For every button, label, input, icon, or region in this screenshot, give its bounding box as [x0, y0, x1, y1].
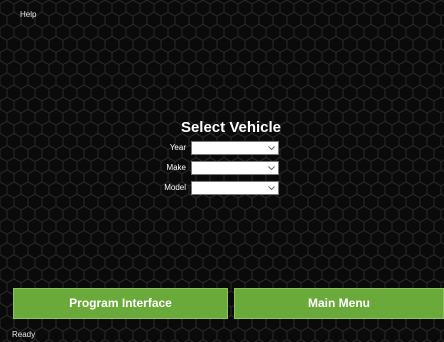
year-field-row: Year	[140, 141, 282, 155]
status-text: Ready	[12, 330, 36, 339]
make-label: Make	[166, 163, 186, 172]
app-window: Help Select Vehicle Year Make Model Prog…	[0, 0, 444, 342]
status-bar: Ready	[0, 326, 444, 342]
menu-bar: Help	[0, 0, 444, 19]
chevron-down-icon	[268, 166, 275, 171]
model-label: Model	[164, 183, 186, 192]
make-field-row: Make	[140, 161, 282, 175]
program-interface-button[interactable]: Program Interface	[13, 288, 228, 319]
model-field-row: Model	[140, 181, 282, 195]
year-label: Year	[169, 143, 186, 152]
model-dropdown[interactable]	[191, 181, 279, 195]
year-dropdown[interactable]	[191, 141, 279, 155]
make-dropdown[interactable]	[191, 161, 279, 175]
page-title: Select Vehicle	[180, 119, 282, 136]
chevron-down-icon	[268, 186, 275, 191]
menu-item-help[interactable]: Help	[20, 11, 36, 19]
chevron-down-icon	[268, 146, 275, 151]
main-menu-button[interactable]: Main Menu	[234, 288, 444, 319]
